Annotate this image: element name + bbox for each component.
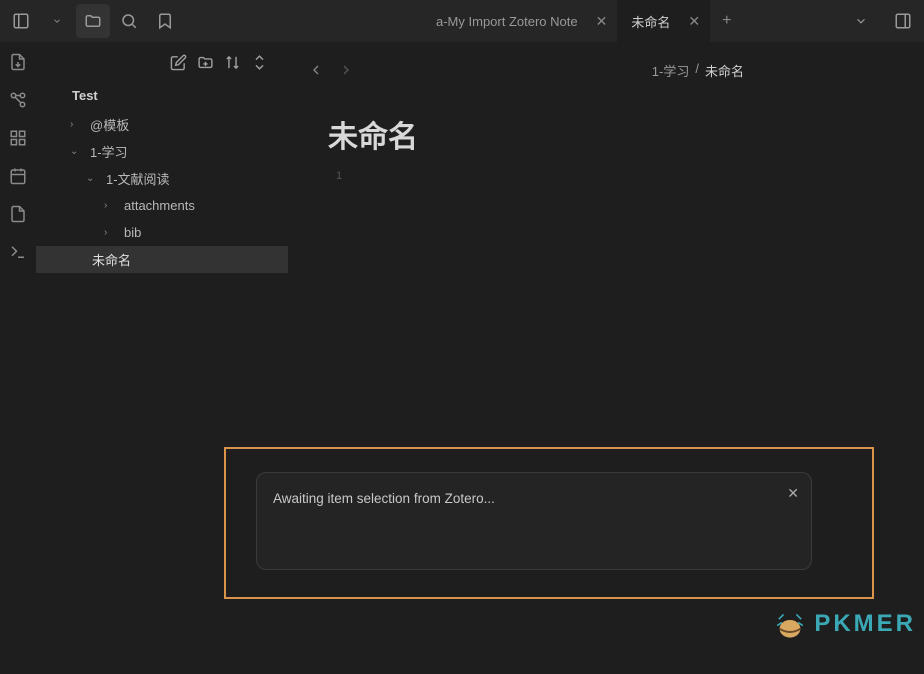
titlebar: a-My Import Zotero Note ✕ 未命名 ✕ + bbox=[0, 0, 924, 42]
tree-label: 1-文献阅读 bbox=[106, 169, 170, 188]
close-icon[interactable]: ✕ bbox=[787, 485, 799, 502]
tab-import-note[interactable]: a-My Import Zotero Note ✕ bbox=[422, 0, 617, 42]
sort-icon[interactable] bbox=[224, 54, 241, 71]
vault-name[interactable]: Test bbox=[36, 82, 288, 109]
titlebar-left bbox=[4, 4, 182, 38]
search-icon[interactable] bbox=[112, 4, 146, 38]
breadcrumb-parent[interactable]: 1-学习 bbox=[652, 61, 690, 80]
chevron-right-icon[interactable]: › bbox=[70, 119, 84, 130]
tab-bar: a-My Import Zotero Note ✕ 未命名 ✕ + bbox=[422, 0, 743, 42]
sidebar-toggle-icon[interactable] bbox=[4, 4, 38, 38]
quick-switcher-icon[interactable] bbox=[6, 50, 30, 74]
tree-folder-bib[interactable]: › bib bbox=[36, 219, 288, 246]
new-note-icon[interactable] bbox=[170, 54, 187, 71]
sidebar-toolbar bbox=[36, 42, 288, 82]
right-panel-toggle-icon[interactable] bbox=[886, 4, 920, 38]
modal-message: Awaiting item selection from Zotero... bbox=[273, 491, 495, 506]
chevron-right-icon[interactable]: › bbox=[104, 227, 118, 238]
close-icon[interactable]: ✕ bbox=[596, 13, 608, 30]
chevron-right-icon[interactable]: › bbox=[104, 200, 118, 211]
file-icon[interactable] bbox=[6, 202, 30, 226]
chevron-down-icon[interactable] bbox=[844, 4, 878, 38]
chevron-down-icon[interactable]: ⌄ bbox=[70, 146, 84, 157]
tab-untitled[interactable]: 未命名 ✕ bbox=[617, 0, 710, 42]
watermark: PKMER bbox=[774, 608, 916, 640]
tab-label: 未命名 bbox=[631, 12, 670, 31]
graph-icon[interactable] bbox=[6, 88, 30, 112]
new-tab-button[interactable]: + bbox=[710, 12, 743, 30]
tree-label: attachments bbox=[124, 198, 195, 213]
bookmark-icon[interactable] bbox=[148, 4, 182, 38]
breadcrumb[interactable]: 1-学习 / 未命名 bbox=[652, 61, 744, 80]
chevron-down-small-icon[interactable] bbox=[40, 4, 74, 38]
file-tree: › @模板 ⌄ 1-学习 ⌄ 1-文献阅读 › attachments › bi… bbox=[36, 109, 288, 273]
tree-folder-attachments[interactable]: › attachments bbox=[36, 192, 288, 219]
grid-icon[interactable] bbox=[6, 126, 30, 150]
tree-folder-templates[interactable]: › @模板 bbox=[36, 111, 288, 138]
nav-back-icon[interactable] bbox=[308, 62, 324, 78]
editor-nav: 1-学习 / 未命名 bbox=[288, 56, 924, 84]
tree-label: 未命名 bbox=[92, 250, 131, 269]
breadcrumb-current[interactable]: 未命名 bbox=[705, 61, 744, 80]
left-rail bbox=[0, 42, 36, 674]
watermark-text: PKMER bbox=[814, 610, 916, 638]
titlebar-right bbox=[844, 4, 924, 38]
new-folder-icon[interactable] bbox=[197, 54, 214, 71]
note-title[interactable]: 未命名 bbox=[288, 84, 924, 156]
tab-label: a-My Import Zotero Note bbox=[436, 14, 578, 29]
line-number: 1 bbox=[288, 156, 924, 182]
breadcrumb-sep: / bbox=[695, 61, 699, 80]
tree-label: 1-学习 bbox=[90, 142, 128, 161]
nav-forward-icon[interactable] bbox=[338, 62, 354, 78]
tree-folder-literature[interactable]: ⌄ 1-文献阅读 bbox=[36, 165, 288, 192]
zotero-wait-modal: Awaiting item selection from Zotero... ✕ bbox=[256, 472, 812, 570]
collapse-icon[interactable] bbox=[251, 54, 268, 71]
tree-label: bib bbox=[124, 225, 141, 240]
tree-label: @模板 bbox=[90, 115, 129, 134]
tree-folder-study[interactable]: ⌄ 1-学习 bbox=[36, 138, 288, 165]
files-icon[interactable] bbox=[76, 4, 110, 38]
calendar-icon[interactable] bbox=[6, 164, 30, 188]
terminal-icon[interactable] bbox=[6, 240, 30, 264]
pkmer-logo-icon bbox=[774, 608, 806, 640]
close-icon[interactable]: ✕ bbox=[688, 13, 700, 30]
tree-file-untitled[interactable]: 未命名 bbox=[36, 246, 288, 273]
chevron-down-icon[interactable]: ⌄ bbox=[86, 173, 100, 184]
